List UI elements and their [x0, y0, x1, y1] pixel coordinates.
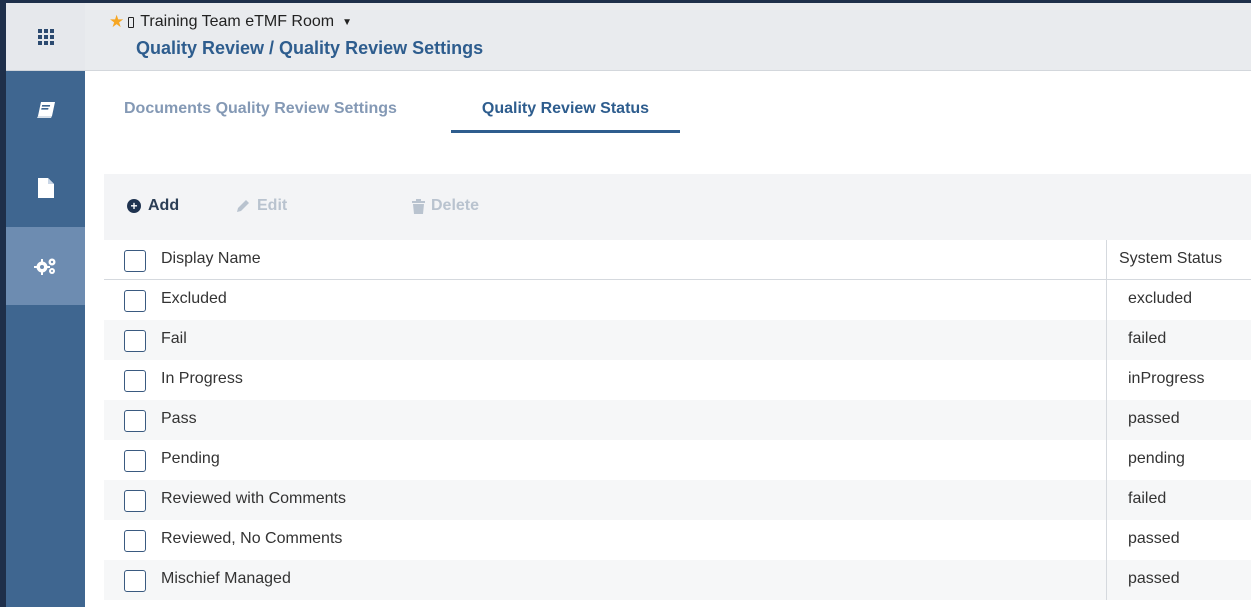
sidebar-item-documents[interactable]: [6, 149, 85, 227]
row-checkbox[interactable]: [124, 570, 146, 592]
display-name-cell: Fail: [161, 330, 187, 347]
system-status-cell: passed: [1128, 410, 1180, 427]
sidebar-item-settings[interactable]: [6, 227, 85, 305]
page-title: Quality Review / Quality Review Settings: [136, 38, 484, 58]
row-checkbox[interactable]: [124, 530, 146, 552]
app-window: ★ Training Team eTMF Room ▼ Quality Revi…: [0, 0, 1251, 607]
row-checkbox[interactable]: [124, 490, 146, 512]
tab-quality-review-status[interactable]: Quality Review Status: [451, 91, 680, 133]
edit-label: Edit: [257, 197, 288, 214]
column-divider: [1106, 440, 1107, 480]
delete-button[interactable]: Delete: [412, 197, 479, 215]
row-checkbox[interactable]: [124, 450, 146, 472]
table-header: Display Name System Status: [104, 240, 1251, 280]
column-header-display-name[interactable]: Display Name: [161, 250, 261, 268]
system-status-cell: pending: [1128, 450, 1185, 467]
table-row[interactable]: Mischief Managed passed: [104, 560, 1251, 600]
caret-down-icon[interactable]: ▼: [342, 17, 352, 28]
display-name-cell: Mischief Managed: [161, 570, 291, 587]
edit-button[interactable]: Edit: [235, 197, 287, 215]
display-name-cell: Reviewed, No Comments: [161, 530, 343, 547]
table-row[interactable]: Reviewed, No Comments passed: [104, 520, 1251, 560]
display-name-cell: Reviewed with Comments: [161, 490, 346, 507]
apps-menu-button[interactable]: [6, 3, 85, 71]
table-row[interactable]: Pending pending: [104, 440, 1251, 480]
trash-icon: [412, 198, 425, 214]
book-icon: [36, 102, 55, 118]
settings-gears-icon: [33, 258, 55, 275]
tab-documents-quality-review-settings[interactable]: Documents Quality Review Settings: [124, 91, 397, 133]
add-label: Add: [148, 197, 180, 214]
table-row[interactable]: Excluded excluded: [104, 280, 1251, 320]
sidebar-item-library[interactable]: [6, 71, 85, 149]
column-divider: [1106, 320, 1107, 360]
sidebar: [6, 3, 85, 607]
system-status-cell: failed: [1128, 330, 1167, 347]
table-row[interactable]: In Progress inProgress: [104, 360, 1251, 400]
table-row[interactable]: Fail failed: [104, 320, 1251, 360]
system-status-cell: inProgress: [1128, 370, 1205, 387]
page-header: ★ Training Team eTMF Room ▼ Quality Revi…: [85, 3, 1251, 71]
tab-bar: Documents Quality Review Settings Qualit…: [85, 91, 1251, 133]
pencil-icon: [237, 200, 249, 212]
select-all-checkbox[interactable]: [124, 250, 146, 272]
column-header-system-status[interactable]: System Status: [1119, 250, 1222, 268]
column-divider: [1106, 560, 1107, 600]
table-row[interactable]: Pass passed: [104, 400, 1251, 440]
system-status-cell: excluded: [1128, 290, 1193, 307]
row-checkbox[interactable]: [124, 410, 146, 432]
column-divider: [1106, 480, 1107, 520]
column-divider: [1106, 280, 1107, 320]
column-divider: [1106, 520, 1107, 560]
status-table: Display Name System Status Excluded excl…: [104, 240, 1251, 600]
favorite-star-icon[interactable]: ★: [109, 12, 124, 32]
system-status-cell: failed: [1128, 490, 1167, 507]
table-row[interactable]: Reviewed with Comments failed: [104, 480, 1251, 520]
column-divider: [1106, 360, 1107, 400]
room-name: Training Team eTMF Room: [140, 13, 335, 30]
display-name-cell: Excluded: [161, 290, 227, 307]
display-name-cell: In Progress: [161, 370, 243, 387]
system-status-cell: passed: [1128, 530, 1180, 547]
row-checkbox[interactable]: [124, 290, 146, 312]
toolbar: + Add Edit Delete: [104, 174, 1251, 240]
add-button[interactable]: + Add: [127, 197, 179, 215]
document-icon: [37, 178, 54, 198]
system-status-cell: passed: [1128, 570, 1180, 587]
add-circle-icon: +: [127, 199, 141, 213]
display-name-cell: Pass: [161, 410, 197, 427]
row-checkbox[interactable]: [124, 370, 146, 392]
row-checkbox[interactable]: [124, 330, 146, 352]
room-selector[interactable]: ★ Training Team eTMF Room ▼: [109, 12, 352, 32]
mobile-icon: [128, 16, 135, 28]
delete-label: Delete: [431, 197, 480, 214]
column-divider: [1106, 400, 1107, 440]
column-divider[interactable]: [1106, 240, 1107, 280]
apps-grid-icon: [37, 28, 54, 45]
display-name-cell: Pending: [161, 450, 220, 467]
